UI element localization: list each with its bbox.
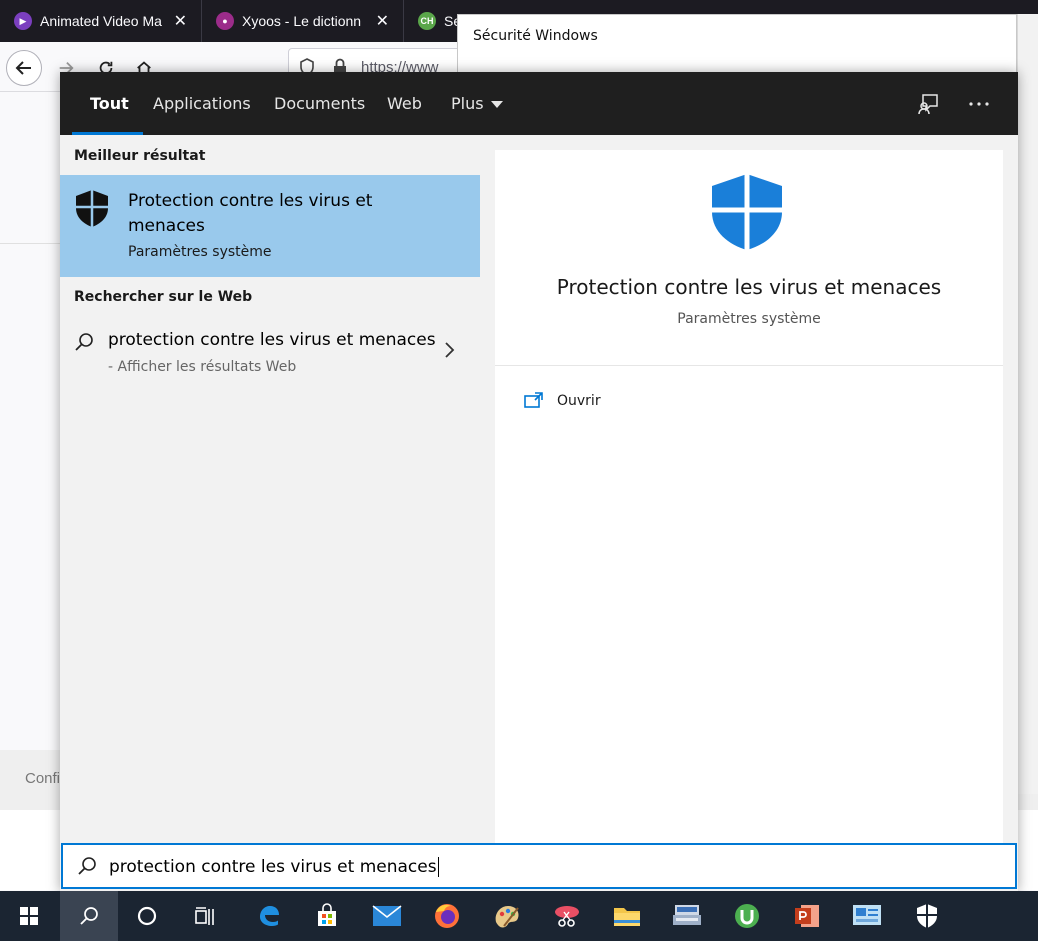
tab-web[interactable]: Web	[387, 72, 422, 135]
search-icon	[75, 333, 93, 351]
store-icon	[318, 903, 336, 926]
mail-icon	[372, 905, 402, 926]
file-explorer-button[interactable]	[598, 891, 656, 941]
browser-tab-label: Xyoos - Le dictionn	[242, 13, 362, 29]
web-result-query: protection contre les virus et menaces	[108, 330, 436, 350]
control-panel-button[interactable]	[838, 891, 896, 941]
cortana-button[interactable]	[118, 891, 176, 941]
task-view-button[interactable]	[176, 891, 234, 941]
back-button[interactable]	[6, 50, 42, 86]
close-tab-icon[interactable]: ✕	[376, 11, 389, 31]
web-search-result[interactable]: protection contre les virus et menaces -…	[60, 325, 480, 385]
window-edge	[1017, 14, 1038, 794]
browser-tab-label: Animated Video Ma	[40, 13, 162, 29]
xyoos-favicon-icon: ●	[216, 12, 234, 30]
feedback-icon	[918, 94, 938, 115]
mail-button[interactable]	[358, 891, 416, 941]
utorrent-button[interactable]	[718, 891, 776, 941]
web-result-hint: Afficher les résultats Web	[117, 359, 297, 375]
search-input[interactable]: protection contre les virus et menaces	[109, 857, 439, 877]
search-input-value: protection contre les virus et menaces	[109, 857, 437, 877]
arrow-left-icon	[15, 61, 31, 75]
edge-button[interactable]	[240, 891, 298, 941]
taskbar-search-button[interactable]	[60, 891, 118, 941]
windows-logo-icon	[20, 907, 38, 925]
ellipsis-icon	[969, 102, 989, 106]
windows-security-window: Sécurité Windows	[457, 14, 1017, 74]
powerpoint-button[interactable]	[778, 891, 836, 941]
windows-search-panel: Tout Applications Documents Web Plus Mei…	[60, 72, 1018, 892]
cortana-icon	[137, 906, 157, 926]
paint-icon	[495, 906, 519, 928]
web-search-header: Rechercher sur le Web	[74, 289, 253, 305]
tab-applications[interactable]: Applications	[153, 72, 251, 135]
footer-text: Confi	[25, 770, 61, 787]
firefox-icon	[435, 904, 459, 928]
browser-tab[interactable]: ● Xyoos - Le dictionn ✕	[202, 0, 404, 42]
tab-more-label: Plus	[451, 94, 484, 113]
close-tab-icon[interactable]: ✕	[174, 11, 187, 31]
search-filter-bar: Tout Applications Documents Web Plus	[60, 72, 1018, 135]
search-icon	[80, 907, 98, 925]
snipping-tool-button[interactable]	[538, 891, 596, 941]
edge-icon	[260, 906, 279, 926]
open-action-label: Ouvrir	[557, 393, 601, 409]
results-list: Meilleur résultat Protection contre les …	[60, 135, 480, 843]
powerpoint-icon	[795, 905, 819, 927]
result-detail-pane: Protection contre les virus et menaces P…	[480, 135, 1018, 843]
shield-icon	[76, 190, 108, 227]
utorrent-icon	[735, 904, 759, 928]
windows-security-button[interactable]	[898, 891, 956, 941]
more-options-button[interactable]	[963, 88, 995, 120]
best-match-title: Protection contre les virus et menaces	[128, 191, 373, 236]
browser-tab[interactable]: CH Se	[404, 0, 464, 42]
tab-all[interactable]: Tout	[72, 72, 143, 135]
store-button[interactable]	[298, 891, 356, 941]
browser-tab[interactable]: ▶ Animated Video Ma ✕	[0, 0, 202, 42]
text-cursor	[437, 857, 439, 877]
detail-subtitle: Paramètres système	[677, 311, 821, 327]
best-match-subtitle: Paramètres système	[128, 244, 272, 260]
open-icon	[524, 392, 543, 408]
detail-title: Protection contre les virus et menaces	[556, 275, 942, 299]
file-explorer-icon	[614, 908, 640, 926]
chevron-down-icon	[490, 101, 503, 108]
task-view-icon	[195, 907, 214, 925]
control-panel-icon	[853, 905, 881, 925]
start-button[interactable]	[0, 891, 58, 941]
tab-more[interactable]: Plus	[451, 72, 503, 135]
web-result-separator: -	[108, 359, 118, 375]
paint-button[interactable]	[478, 891, 536, 941]
snipping-icon	[555, 906, 579, 927]
feedback-button[interactable]	[912, 88, 944, 120]
page-divider	[0, 243, 60, 244]
firefox-button[interactable]	[418, 891, 476, 941]
window-title: Sécurité Windows	[473, 28, 598, 44]
site-favicon-icon: CH	[418, 12, 436, 30]
search-icon	[78, 857, 96, 875]
windows-security-icon	[917, 904, 937, 928]
chevron-right-icon[interactable]	[442, 341, 456, 359]
result-detail-header: Protection contre les virus et menaces P…	[495, 150, 1003, 366]
scanner-button[interactable]	[658, 891, 716, 941]
web-result-text: protection contre les virus et menaces -…	[108, 328, 438, 380]
best-match-result[interactable]: Protection contre les virus et menaces P…	[60, 175, 480, 277]
scanner-icon	[673, 905, 701, 925]
search-box[interactable]: protection contre les virus et menaces	[61, 843, 1017, 889]
best-match-header: Meilleur résultat	[74, 148, 206, 164]
windows-security-shield-icon	[712, 174, 782, 250]
taskbar	[0, 891, 1038, 941]
result-detail-card: Protection contre les virus et menaces P…	[495, 150, 1003, 843]
tab-documents[interactable]: Documents	[274, 72, 365, 135]
app-favicon-icon: ▶	[14, 12, 32, 30]
